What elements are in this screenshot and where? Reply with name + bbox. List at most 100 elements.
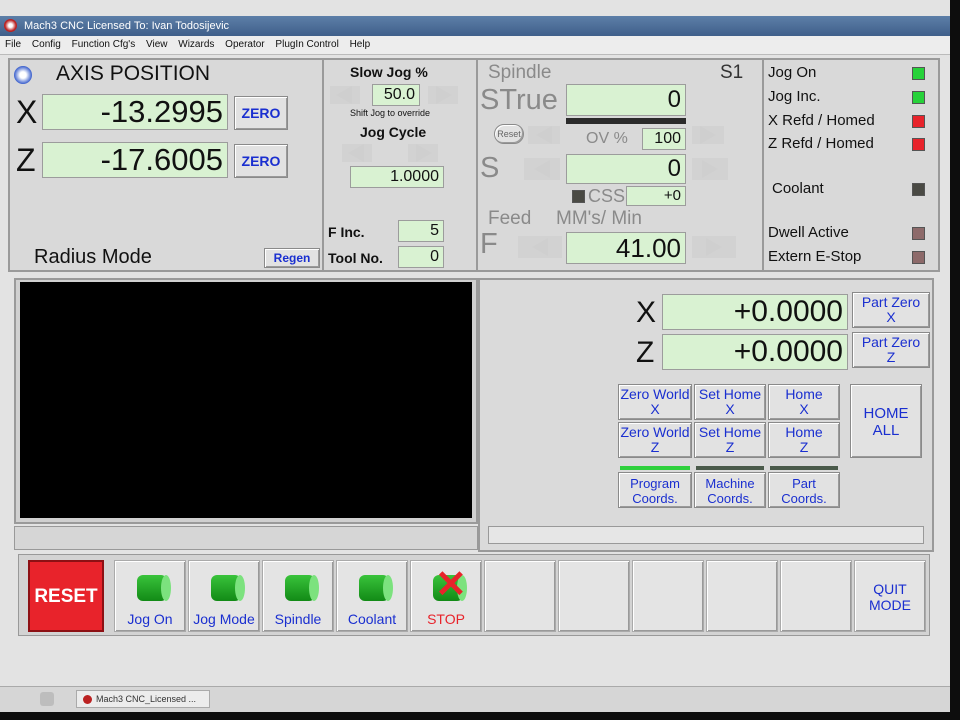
dwell-active-led — [912, 227, 925, 240]
home-all-label-1: HOME — [863, 405, 909, 422]
ov-down-arrow[interactable] — [528, 126, 560, 144]
menu-wizards[interactable]: Wizards — [178, 39, 214, 50]
zero-world-x-button[interactable]: Zero World X — [618, 384, 692, 420]
part-coords-button[interactable]: Part Coords. — [768, 472, 840, 508]
axis-position-title: AXIS POSITION — [56, 62, 211, 85]
start-icon[interactable] — [40, 692, 54, 706]
set-home-z-label-2: Z — [725, 439, 735, 455]
extern-estop-led — [912, 251, 925, 264]
zero-world-z-label-2: Z — [650, 439, 660, 455]
radius-mode-label: Radius Mode — [34, 246, 152, 268]
empty-toolbar-slot-2 — [558, 560, 630, 632]
taskbar-mach3-item[interactable]: Mach3 CNC_Licensed ... — [76, 690, 210, 708]
regen-button[interactable]: Regen — [264, 248, 320, 268]
program-coords-label-2: Coords. — [632, 491, 678, 506]
zero-z-button[interactable]: ZERO — [234, 144, 288, 178]
slow-jog-up-arrow[interactable] — [428, 86, 458, 104]
spindle-load-bar — [566, 118, 686, 124]
stop-x-icon: ✕ — [435, 564, 467, 606]
ov-percent-dro[interactable]: 100 — [642, 128, 686, 150]
css-led[interactable] — [572, 190, 585, 203]
gcode-line-bar — [14, 526, 478, 550]
jog-cycle-dro[interactable]: 1.0000 — [350, 166, 444, 188]
zero-world-z-label-1: Zero World — [620, 424, 690, 440]
slow-jog-dro[interactable]: 50.0 — [372, 84, 420, 106]
part-coords-label-2: Coords. — [781, 491, 827, 506]
dwell-active-label: Dwell Active — [768, 224, 849, 241]
jog-on-icon — [137, 575, 171, 601]
jog-mode-button-label: Jog Mode — [193, 611, 255, 627]
f-down-arrow[interactable] — [518, 236, 562, 258]
stop-button[interactable]: ✕ STOP — [410, 560, 482, 632]
x-axis-label: X — [16, 94, 38, 130]
home-x-button[interactable]: Home X — [768, 384, 840, 420]
coordinates-panel: X +0.0000 Part Zero X Z +0.0000 Part Zer… — [478, 278, 934, 552]
zero-x-button[interactable]: ZERO — [234, 96, 288, 130]
menu-function-cfgs[interactable]: Function Cfg's — [72, 39, 136, 50]
part-zero-x-button[interactable]: Part Zero X — [852, 292, 930, 328]
css-dro[interactable]: +0 — [626, 186, 686, 206]
spindle-icon — [285, 575, 319, 601]
jog-mode-button[interactable]: Jog Mode — [188, 560, 260, 632]
home-all-button[interactable]: HOME ALL — [850, 384, 922, 458]
empty-toolbar-slot-3 — [632, 560, 704, 632]
reset-button[interactable]: RESET — [28, 560, 104, 632]
menu-operator[interactable]: Operator — [225, 39, 264, 50]
home-z-button[interactable]: Home Z — [768, 422, 840, 458]
jog-on-button[interactable]: Jog On — [114, 560, 186, 632]
slow-jog-down-arrow[interactable] — [330, 86, 360, 104]
menu-file[interactable]: File — [5, 39, 21, 50]
home-z-label-1: Home — [785, 424, 823, 440]
coolant-status-label: Coolant — [772, 180, 824, 197]
window-title: Mach3 CNC Licensed To: Ivan Todosijevic — [24, 20, 230, 32]
program-coords-button[interactable]: Program Coords. — [618, 472, 692, 508]
coord-x-dro[interactable]: +0.0000 — [662, 294, 848, 330]
empty-toolbar-slot-5 — [780, 560, 852, 632]
spindle-reset-button[interactable]: Reset — [494, 124, 524, 144]
ov-percent-label: OV % — [586, 130, 628, 147]
quit-mode-button[interactable]: QUIT MODE — [854, 560, 926, 632]
zero-world-z-button[interactable]: Zero World Z — [618, 422, 692, 458]
spindle-button[interactable]: Spindle — [262, 560, 334, 632]
s-dro[interactable]: 0 — [566, 154, 686, 184]
status-panel: Jog On Jog Inc. X Refd / Homed Z Refd / … — [762, 58, 940, 272]
slow-jog-label: Slow Jog % — [350, 64, 428, 80]
set-home-x-button[interactable]: Set Home X — [694, 384, 766, 420]
jog-on-led — [912, 67, 925, 80]
tool-no-dro[interactable]: 0 — [398, 246, 444, 268]
part-coords-indicator — [770, 466, 838, 470]
s-down-arrow[interactable] — [524, 158, 560, 180]
z-axis-label: Z — [16, 142, 36, 178]
jog-cycle-up-arrow[interactable] — [408, 144, 438, 162]
machine-coords-button[interactable]: Machine Coords. — [694, 472, 766, 508]
z-refd-led — [912, 138, 925, 151]
coolant-button[interactable]: Coolant — [336, 560, 408, 632]
toolpath-display[interactable] — [20, 282, 472, 518]
css-label: CSS — [588, 186, 626, 206]
mach3-app-icon — [4, 19, 17, 32]
menu-plugin-control[interactable]: PlugIn Control — [275, 39, 338, 50]
empty-toolbar-slot-1 — [484, 560, 556, 632]
x-axis-dro[interactable]: -13.2995 — [42, 94, 228, 130]
s-up-arrow[interactable] — [692, 158, 728, 180]
ov-up-arrow[interactable] — [692, 126, 724, 144]
tool-no-label: Tool No. — [328, 250, 383, 266]
home-x-label-2: X — [799, 401, 809, 417]
part-zero-z-button[interactable]: Part Zero Z — [852, 332, 930, 368]
f-up-arrow[interactable] — [692, 236, 736, 258]
f-inc-dro[interactable]: 5 — [398, 220, 444, 242]
empty-toolbar-slot-4 — [706, 560, 778, 632]
part-zero-z-label-1: Part Zero — [861, 334, 921, 350]
feed-rate-dro[interactable]: 41.00 — [566, 232, 686, 264]
set-home-z-button[interactable]: Set Home Z — [694, 422, 766, 458]
part-coords-label-1: Part — [792, 476, 816, 491]
menu-help[interactable]: Help — [350, 39, 371, 50]
strue-dro[interactable]: 0 — [566, 84, 686, 116]
coolant-button-label: Coolant — [347, 611, 397, 627]
jog-cycle-down-arrow[interactable] — [342, 144, 372, 162]
menu-config[interactable]: Config — [32, 39, 61, 50]
menu-view[interactable]: View — [146, 39, 168, 50]
z-axis-dro[interactable]: -17.6005 — [42, 142, 228, 178]
coord-z-dro[interactable]: +0.0000 — [662, 334, 848, 370]
machine-coords-label-2: Coords. — [707, 491, 753, 506]
